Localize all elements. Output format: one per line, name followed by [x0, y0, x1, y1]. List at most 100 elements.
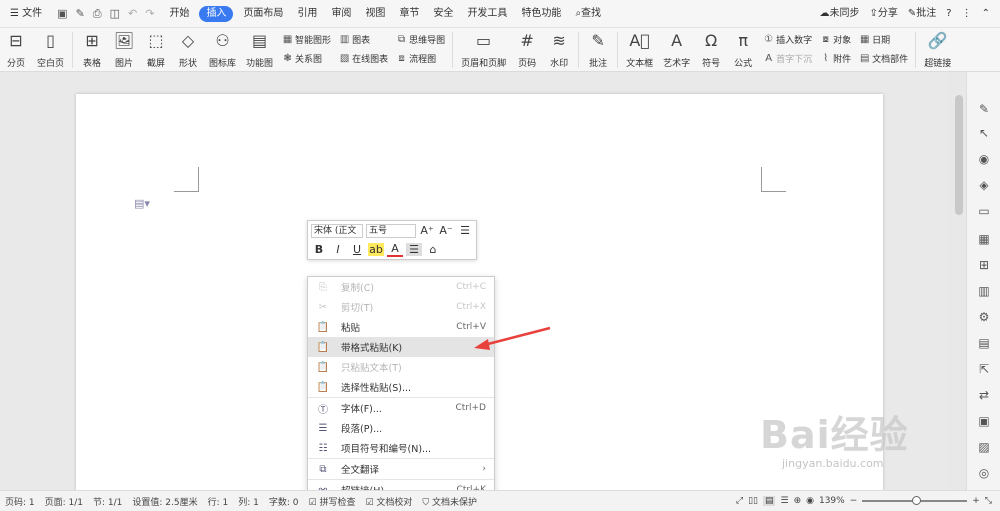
page-view-icon[interactable]: ▤ — [762, 496, 776, 506]
format-brush-icon[interactable]: ⌂ — [425, 243, 441, 256]
formula-button[interactable]: π 公式 — [727, 30, 759, 70]
highlight-icon[interactable]: ab — [368, 243, 384, 256]
smart-graphic-button[interactable]: ▦ 智能图形 — [282, 32, 331, 47]
wordart-button[interactable]: A 艺术字 — [658, 30, 695, 70]
page-number-button[interactable]: # 页码 — [511, 30, 543, 70]
paragraph-options-icon[interactable]: ▤▾ — [134, 197, 150, 210]
insert-comment-button[interactable]: ✎ 批注 — [582, 30, 614, 70]
header-footer-button[interactable]: ▭ 页眉和页脚 — [456, 30, 511, 70]
line-spacing-icon[interactable]: ☰ — [457, 224, 473, 237]
location-icon[interactable]: ◉ — [975, 150, 993, 168]
menu-item-paste-with-format[interactable]: 📋 带格式粘贴(K) — [308, 337, 494, 357]
settings-icon[interactable]: ⚙ — [975, 308, 993, 326]
more-icon[interactable]: ⋮ — [958, 0, 976, 28]
tab-review[interactable]: 审阅 — [324, 0, 358, 28]
table-button[interactable]: ⊞ 表格 — [76, 30, 108, 70]
grow-font-button[interactable]: A⁺ — [419, 224, 435, 237]
shrink-font-button[interactable]: A⁻ — [438, 224, 454, 237]
picture-button[interactable]: 🖼 图片 — [108, 30, 140, 70]
align-icon[interactable]: ☰ — [406, 243, 422, 256]
font-color-icon[interactable]: A — [387, 242, 403, 257]
date-button[interactable]: ▦ 日期 — [859, 32, 908, 47]
document-panel-icon[interactable]: ▤ — [975, 334, 993, 352]
underline-button[interactable]: U — [349, 243, 365, 256]
icon-library-button[interactable]: ⚇ 图标库 — [204, 30, 241, 70]
vertical-scrollbar[interactable] — [955, 95, 963, 215]
help-button[interactable]: ? — [942, 0, 955, 28]
web-view-icon[interactable]: ⊕ — [794, 496, 802, 506]
zoom-level[interactable]: 139% — [819, 496, 845, 506]
symbol-button[interactable]: Ω 符号 — [695, 30, 727, 70]
insert-number-button[interactable]: ① 插入数字 — [763, 32, 812, 47]
online-chart-button[interactable]: ▧ 在线图表 — [339, 51, 388, 66]
eye-protection-icon[interactable]: ◉ — [806, 496, 814, 506]
bold-button[interactable]: B — [311, 243, 327, 256]
object-button[interactable]: ⧇ 对象 — [820, 32, 851, 47]
print-icon[interactable]: ⎙ — [93, 7, 102, 21]
menu-item-paste[interactable]: 📋 粘贴 Ctrl+V — [308, 317, 494, 337]
file-menu[interactable]: ☰ 文件 — [0, 0, 49, 28]
search-button[interactable]: ⌕查找 — [568, 0, 608, 28]
menu-item-translate[interactable]: ⧉ 全文翻译 › — [308, 459, 494, 479]
template-icon[interactable]: ▣ — [975, 412, 993, 430]
drop-cap-button[interactable]: A 首字下沉 — [763, 51, 812, 66]
edit-icon[interactable]: ✎ — [975, 100, 993, 118]
record-icon[interactable]: ◎ — [975, 464, 993, 482]
share-panel-icon[interactable]: ⇄ — [975, 386, 993, 404]
grid-panel-icon[interactable]: ⊞ — [975, 256, 993, 274]
undo-icon[interactable]: ↶ — [128, 7, 137, 21]
redo-icon[interactable]: ↷ — [145, 7, 154, 21]
print-preview-icon[interactable]: ◫ — [110, 7, 120, 21]
menu-item-font[interactable]: Ⓣ 字体(F)... Ctrl+D — [308, 398, 494, 418]
tab-security[interactable]: 安全 — [426, 0, 460, 28]
italic-button[interactable]: I — [330, 243, 346, 256]
relation-chart-button[interactable]: ❃ 关系图 — [282, 51, 331, 66]
flowchart-button[interactable]: ⧈ 流程图 — [396, 51, 445, 66]
font-family-select[interactable]: 宋体 (正文 — [311, 223, 363, 238]
hyperlink-button[interactable]: 🔗 超链接 — [919, 30, 956, 70]
zoom-out-button[interactable]: − — [850, 496, 858, 506]
mind-map-button[interactable]: ⧉ 思维导图 — [396, 32, 445, 47]
zoom-slider-handle[interactable] — [912, 496, 922, 505]
menu-item-paste-text-only[interactable]: 📋 只粘贴文本(T) — [308, 357, 494, 377]
menu-item-paragraph[interactable]: ☰ 段落(P)... — [308, 418, 494, 438]
zoom-slider[interactable] — [862, 496, 968, 505]
image-panel-icon[interactable]: ▨ — [975, 438, 993, 456]
tab-view[interactable]: 视图 — [358, 0, 392, 28]
comment-button[interactable]: ✎批注 — [904, 0, 940, 28]
chart-button[interactable]: ▥ 图表 — [339, 32, 388, 47]
menu-item-copy[interactable]: ⎘ 复制(C) Ctrl+C — [308, 277, 494, 297]
tab-page-layout[interactable]: 页面布局 — [236, 0, 290, 28]
tab-features[interactable]: 特色功能 — [514, 0, 568, 28]
menu-item-bullets-numbering[interactable]: ☷ 项目符号和编号(N)... — [308, 438, 494, 458]
format-panel-icon[interactable]: ▭ — [975, 202, 993, 220]
tab-references[interactable]: 引用 — [290, 0, 324, 28]
attachment-button[interactable]: ⌇ 附件 — [820, 51, 851, 66]
share-button[interactable]: ⇪分享 — [866, 0, 902, 28]
spell-check-button[interactable]: ☑ 拼写检查 — [304, 495, 361, 508]
textbox-button[interactable]: A⃞ 文本框 — [621, 30, 658, 70]
tab-developer[interactable]: 开发工具 — [460, 0, 514, 28]
outline-view-icon[interactable]: ☰ — [780, 496, 788, 506]
collapse-icon[interactable]: ⌃ — [978, 0, 994, 28]
table-panel-icon[interactable]: ▦ — [975, 230, 993, 248]
function-chart-button[interactable]: ▤ 功能图 — [241, 30, 278, 70]
watermark-button[interactable]: ≋ 水印 — [543, 30, 575, 70]
menu-item-paste-special[interactable]: 📋 选择性粘贴(S)... — [308, 377, 494, 397]
screenshot-button[interactable]: ⬚ 截屏 — [140, 30, 172, 70]
export-icon[interactable]: ⇱ — [975, 360, 993, 378]
tab-insert[interactable]: 插入 — [199, 5, 234, 22]
page-break-button[interactable]: ⊟ 分页 — [0, 30, 32, 70]
proofread-button[interactable]: ☑ 文档校对 — [360, 495, 417, 508]
sync-button[interactable]: ☁未同步 — [816, 0, 864, 28]
shape-panel-icon[interactable]: ◈ — [975, 176, 993, 194]
tab-chapter[interactable]: 章节 — [392, 0, 426, 28]
fullscreen-icon[interactable]: ⤢ — [736, 496, 743, 506]
font-size-select[interactable]: 五号 — [366, 223, 416, 238]
doc-parts-button[interactable]: ▤ 文档部件 — [859, 51, 908, 66]
shape-button[interactable]: ◇ 形状 — [172, 30, 204, 70]
status-word-count[interactable]: 字数: 0 — [264, 495, 304, 508]
save-icon[interactable]: ▣ — [57, 7, 67, 21]
zoom-in-button[interactable]: + — [972, 496, 980, 506]
protect-button[interactable]: ⛉ 文档未保护 — [417, 495, 482, 508]
